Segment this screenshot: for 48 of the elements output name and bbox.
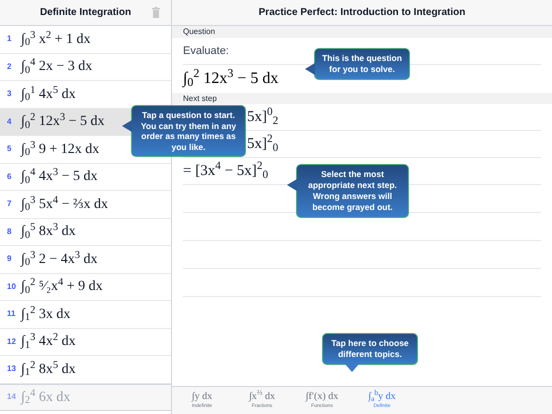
question-expression: ∫$_{1}$$^{2}$ 8x$^{5}$ dx [21, 358, 76, 380]
question-row[interactable]: 8 ∫$_{0}$$^{5}$ 8x$^{3}$ dx [0, 218, 171, 246]
question-expression: ∫$_{0}$$^{2}$ 12x$^{3}$ − 5 dx [183, 67, 278, 91]
question-expression: ∫$_{0}$$^{2}$ 12x$^{3}$ − 5 dx [21, 111, 104, 132]
tooltip-pointer-icon [345, 364, 359, 372]
question-number: 8 [6, 226, 12, 238]
question-row[interactable]: 12 ∫$_{1}$$^{3}$ 4x$^{2}$ dx [0, 328, 171, 356]
trash-icon[interactable] [152, 7, 160, 18]
tab-icon: ∫y dx [192, 391, 212, 403]
section-header: Next step [183, 94, 217, 104]
question-expression: ∫$_{0}$$^{3}$ 2 − 4x$^{3}$ dx [21, 248, 98, 270]
window-title: Practice Perfect: Introduction to Integration [258, 6, 466, 20]
question-number: 4 [6, 116, 12, 128]
question-number: 9 [6, 253, 12, 266]
question-expression: ∫$_{0}$$^{4}$ 2x − 3 dx [21, 56, 92, 78]
question-number: 7 [6, 198, 12, 210]
section-header: Question [183, 26, 216, 38]
question-expression: ∫$_{1}$$^{3}$ 4x$^{2}$ dx [21, 331, 76, 352]
question-number: 10 [6, 280, 17, 293]
question-number: 12 [6, 336, 17, 348]
question-expression: ∫$_{0}$$^{1}$ 4x$^{5}$ dx [21, 84, 76, 105]
question-expression: ∫$_{0}$$^{3}$ 9 + 12x dx [21, 138, 100, 160]
question-row[interactable]: 10 ∫$_{0}$$^{2}$ ⁵⁄₂x$^{4}$ + 9 dx [0, 274, 171, 301]
tab-icon: ∫x$^{⅔}$ dx [249, 391, 275, 403]
question-expression: ∫$_{0}$$^{2}$ ⁵⁄₂x$^{4}$ + 9 dx [21, 276, 103, 298]
question-number: 2 [6, 60, 12, 73]
question-number: 13 [6, 363, 17, 376]
tab-icon: ∫$_{a}$$^{b}$y dx [368, 391, 396, 403]
question-number: 6 [6, 170, 12, 183]
question-number: 5 [6, 143, 12, 156]
tooltip-pointer-icon [305, 63, 315, 75]
question-expression: ∫$_{1}$$^{2}$ 3x dx [21, 304, 70, 325]
question-row[interactable]: 2 ∫$_{0}$$^{4}$ 2x − 3 dx [0, 54, 171, 81]
question-number: 14 [6, 391, 17, 404]
question-expression: ∫$_{0}$$^{3}$ x$^{2}$ + 1 dx [21, 28, 90, 50]
prompt-text: Evaluate: [183, 44, 229, 59]
tooltip-pointer-icon [122, 120, 132, 132]
question-number: 3 [6, 88, 12, 100]
question-expression: ∫$_{2}$$^{4}$ 6x dx [21, 386, 70, 408]
tab-icon: ∫f′(x) dx [306, 391, 338, 403]
question-number: 11 [6, 308, 16, 320]
question-row[interactable]: 6 ∫$_{0}$$^{4}$ 4x$^{3}$ − 5 dx [0, 164, 171, 191]
sidebar-title: Definite Integration [40, 6, 132, 20]
question-expression: ∫$_{0}$$^{3}$ 5x$^{4}$ − ⅔x dx [21, 194, 108, 215]
question-expression: ∫$_{0}$$^{5}$ 8x$^{3}$ dx [21, 221, 76, 242]
question-number: 1 [6, 33, 12, 46]
question-expression: ∫$_{0}$$^{4}$ 4x$^{3}$ − 5 dx [21, 166, 98, 188]
tooltip-pointer-icon [287, 179, 297, 191]
